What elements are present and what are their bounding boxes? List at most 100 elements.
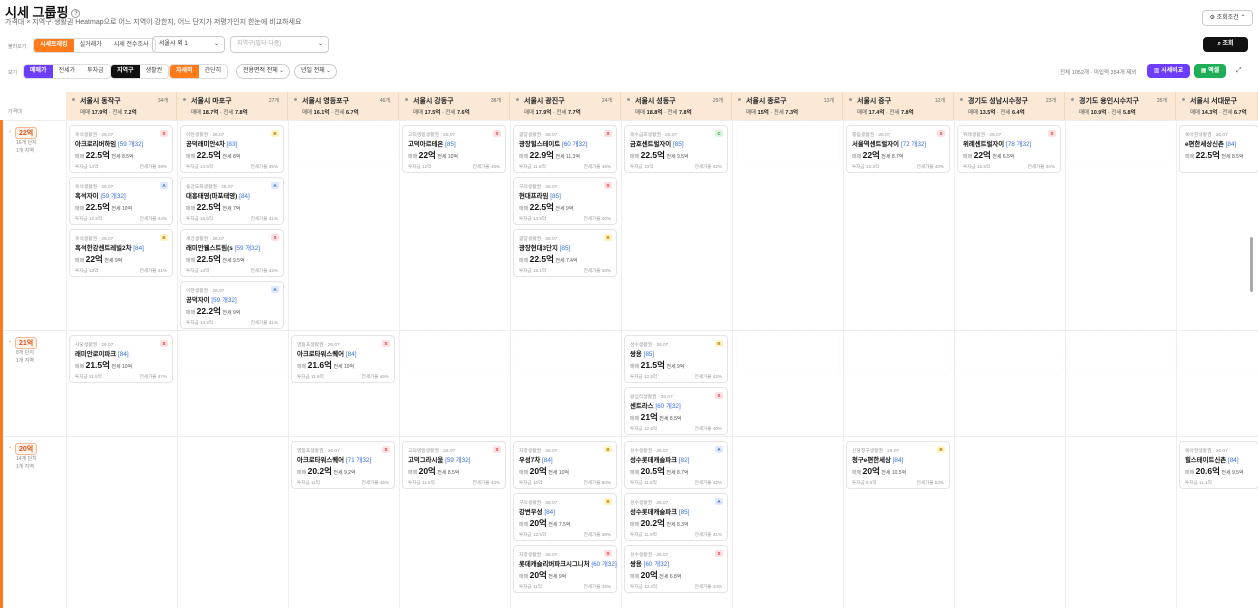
living-area-label: 위례생활권 · 26.07 [963,133,1002,138]
tab-district[interactable]: 지역구 [111,65,140,78]
region-select[interactable]: 서울시 외 1 ⌄ [152,36,225,53]
investment-amount: 11.8억 [643,480,657,485]
jeonse-rate-line: 전세가율 46% [361,374,389,379]
column-header[interactable]: 서울시 동작구 34개 매매 17.9억 · 전세 7.2억 [66,92,177,120]
filter-bar: 불러오기 시세트래킹 실거래가 시세 전수조사 서울시 외 1 ⌄ 지역구(필터 … [0,35,1258,57]
compare-button[interactable]: ▥ 시세비교 [1147,64,1190,78]
column-header[interactable]: 서울시 성동구 29개 매매 18.8억 · 전세 7.8억 [621,92,732,120]
column-header[interactable]: 서울시 광진구 24개 매매 17.9억 · 전세 7.7억 [510,92,621,120]
sale-price: 22.9억 [529,150,554,160]
price-line: 매매 22.5억 전세 7.4억 [519,254,578,264]
complex-card[interactable]: 아현생활권 · 26.07 A 공덕자이 [59 개32] 매매 22.2억 전세 9… [180,281,284,329]
complex-card[interactable]: 아현생활권 · 26.07 B 공덕래미안4차 [83] 매매 22.5억 전세 8억… [180,125,284,173]
area-select[interactable]: 전용면적 전체 ⌄ [236,64,290,79]
excel-button[interactable]: ▦ 엑셀 [1194,64,1226,78]
investment-line: 투자금 11.8억 [630,480,657,485]
column-header[interactable]: 서울시 중구 12개 매매 17.4억 · 전세 7.8억 [843,92,954,120]
complex-name: 서울역센트럴자이 [72 개32] [852,141,927,148]
jeonse-rate-line: 전세가율 38% [139,164,167,169]
district-select[interactable]: 지역구(필터 다중) ⌄ [230,36,329,53]
complex-card[interactable]: 흑석생활권 · 26.07 S 아크로리버하임 [59 개32] 매매 22.5억 전… [69,125,173,173]
tab-jeonse[interactable]: 전세가 [53,65,82,78]
complex-card[interactable]: 북아현생활권 · 26.07 힐스테이트신촌 [84] 매매 20.6억 전세 9.… [1179,441,1258,489]
complex-card[interactable]: 광장생활권 · 26.07 S 광장힐스테이트 [60 개32] 매매 22.9억 전… [513,125,617,173]
tab-simple[interactable]: 간단히 [199,65,228,78]
complex-card[interactable]: 성수생활권 · 26.07 A 성수롯데캐슬파크 [85] 매매 20.2억 전세 8… [624,493,728,541]
grade-badge: S [715,392,723,399]
column-header[interactable]: 서울시 종로구 13개 매매 15억 · 전세 7.3억 [732,92,843,120]
column-header[interactable]: 경기도 용인시수지구 35개 매매 10.9억 · 전세 5.8억 [1065,92,1176,120]
tab-investment[interactable]: 투자금 [81,65,110,78]
search-button[interactable]: ⌕ 조회 [1203,37,1248,52]
sale-price: 22.5억 [529,254,554,264]
price-row-label[interactable]: ⌄ 20억 14개 단지 1개 지역 [0,441,66,471]
complex-card[interactable]: 사당생활권 · 26.07 S 래미안로이파크 [84] 매매 21.5억 전세 10… [69,335,173,383]
investment-amount: 12.5억 [532,532,547,537]
expand-icon[interactable]: ⤢ [1236,67,1242,75]
column-header[interactable]: 서울시 서대문구 매매 14.3억 · 전세 6.7억 [1176,92,1258,120]
investment-amount: 10억 [532,480,543,485]
complex-card[interactable]: 광장생활권 · 26.07 B 광장현대3단지 [85] 매매 22.5억 전세 7.… [513,229,617,277]
price-row-label[interactable]: ⌄ 21억 8개 단지 1개 지역 [0,335,66,365]
price-line: 매매 22.9억 전세 11.3억 [519,150,580,160]
complex-card[interactable]: 고덕명일생활권 · 26.07 S 고덕그라시움 [59 개32] 매매 20억 전세… [402,441,506,489]
area-size: [85] [445,141,456,148]
complex-card[interactable]: 신당청구생활권 · 26.07 B 청구e편한세상 [84] 매매 20억 전세 10… [846,441,950,489]
complex-card[interactable]: 세강생활권 · 26.07 S 래미안웰스트림(s [59 개32] 매매 22.5억… [180,229,284,277]
complex-card[interactable]: 용강도화생활권 · 26.07 A 대흥태영(마포태영) [84] 매매 22.5억 … [180,177,284,225]
column-header[interactable]: 서울시 마포구 27개 매매 18.7억 · 전세 7.8억 [177,92,288,120]
tab-detailed[interactable]: 자세히 [170,65,199,78]
complex-card[interactable]: 자양생활권 · 26.07 B 우성7차 [84] 매매 20억 전세 10억 투자금 … [513,441,617,489]
complex-card[interactable]: 성수생활권 · 26.07 B 쌍용 [85] 매매 21.5억 전세 9억 투자금 1… [624,335,728,383]
price-row-label[interactable]: ⌄ 22억 16개 단지 1개 지역 [0,125,66,155]
complex-card[interactable]: 고덕명일생활권 · 26.07 S 고덕아르테온 [85] 매매 22억 전세 10억… [402,125,506,173]
jeonse-rate-line: 전세가율 42% [250,268,278,273]
year-select[interactable]: 년일 전체 ⌄ [294,64,337,79]
price-band-accent [0,120,3,608]
complex-card[interactable]: 옥수금호생활권 · 26.07 C 금호센트럴자이 [85] 매매 22.5억 전세 … [624,125,728,173]
row-divider [0,120,1258,121]
jeonse-rate-line: 전세가율 46% [361,480,389,485]
tab-living-area[interactable]: 생활권 [140,65,169,78]
column-header[interactable]: 서울시 강동구 38개 매매 17.5억 · 전세 7.6억 [399,92,510,120]
complex-card[interactable]: 구의생활권 · 26.07 B 강변우성 [84] 매매 20억 전세 7.5억 투자금… [513,493,617,541]
bullet-icon [183,98,186,101]
filter-icon: ⚙ [1209,15,1217,21]
investment-line: 투자금 11억 [519,584,542,589]
empty-cell [736,125,840,165]
investment-line: 투자금 15.5억 [963,164,991,169]
complex-card[interactable]: 위례생활권 · 26.07 S 위례센트럴자이 [78 개32] 매매 22억 전세 … [957,125,1061,173]
column-header[interactable]: 경기도 성남시수정구 23개 매매 13.5억 · 전세 6.4억 [954,92,1065,120]
chevron-down-icon: ⌄ [8,338,13,344]
tab-tracking[interactable]: 시세트래킹 [34,39,74,52]
area-size: [84] [1225,141,1237,148]
complex-card[interactable]: 흑석생활권 · 26.07 B 흑석한강센트레빌2차 [84] 매매 22억 전세 9… [69,229,173,277]
column-stats: 매매 13.5억 · 전세 6.4억 [968,110,1025,116]
sale-price: 22.5억 [196,254,221,264]
complex-card[interactable]: 자양생활권 · 26.07 S 롯데캐슬리버파크시그니처 [60 개32] 매매 20… [513,545,617,593]
complex-name: 성수롯데캐슬파크 [82] [630,457,690,464]
grade-badge: S [1048,130,1056,137]
price-line: 매매 22.5억 전세 9.5억 [630,150,689,160]
complex-card[interactable]: 흑석생활권 · 26.07 A 흑석자이 [59 개32] 매매 22.5억 전세 1… [69,177,173,225]
complex-card[interactable]: 왕십리생활권 · 26.07 S 센트라스 [60 개32] 매매 21억 전세 8.… [624,387,728,435]
tab-real-price[interactable]: 실거래가 [74,39,108,52]
tab-census[interactable]: 시세 전수조사 [108,39,155,52]
jeonse-rate: 34% [712,584,722,589]
jeonse-rate: 50% [601,480,611,485]
living-area-label: 성수생활권 · 26.07 [630,449,669,454]
complex-card[interactable]: 구의생활권 · 26.07 S 현대프라임 [85] 매매 22.5억 전세 9억 투자… [513,177,617,225]
column-title: 경기도 용인시수지구 [1079,98,1139,105]
query-condition-button[interactable]: ⚙ 조회조건 ⌃ [1202,10,1253,26]
complex-card[interactable]: 북아현생활권 · 26.07 e편한세상신촌 [84] 매매 22.5억 전세 8.… [1179,125,1258,173]
tab-sale[interactable]: 매매가 [24,65,53,78]
complex-card[interactable]: 영등포생활권 · 26.07 S 아크로타워스퀘어 [84] 매매 21.6억 전세 … [291,335,395,383]
complex-card[interactable]: 중림생활권 · 26.07 S 서울역센트럴자이 [72 개32] 매매 22억 전세… [846,125,950,173]
scrollbar[interactable] [1250,237,1253,292]
column-header[interactable]: 서울시 영등포구 46개 매매 16.1억 · 전세 6.7억 [288,92,399,120]
jeonse-rate-line: 전세가율 30% [1027,164,1055,169]
jeonse-rate: 42% [268,268,278,273]
complex-card[interactable]: 성수생활권 · 26.07 S 쌍용 [60 개32] 매매 20억 전세 6.8억 투… [624,545,728,593]
complex-card[interactable]: 영등포생활권 · 26.07 S 아크로타워스퀘어 [71 개32] 매매 20.2억… [291,441,395,489]
complex-card[interactable]: 성수생활권 · 26.07 A 성수롯데캐슬파크 [82] 매매 20.5억 전세 8… [624,441,728,489]
